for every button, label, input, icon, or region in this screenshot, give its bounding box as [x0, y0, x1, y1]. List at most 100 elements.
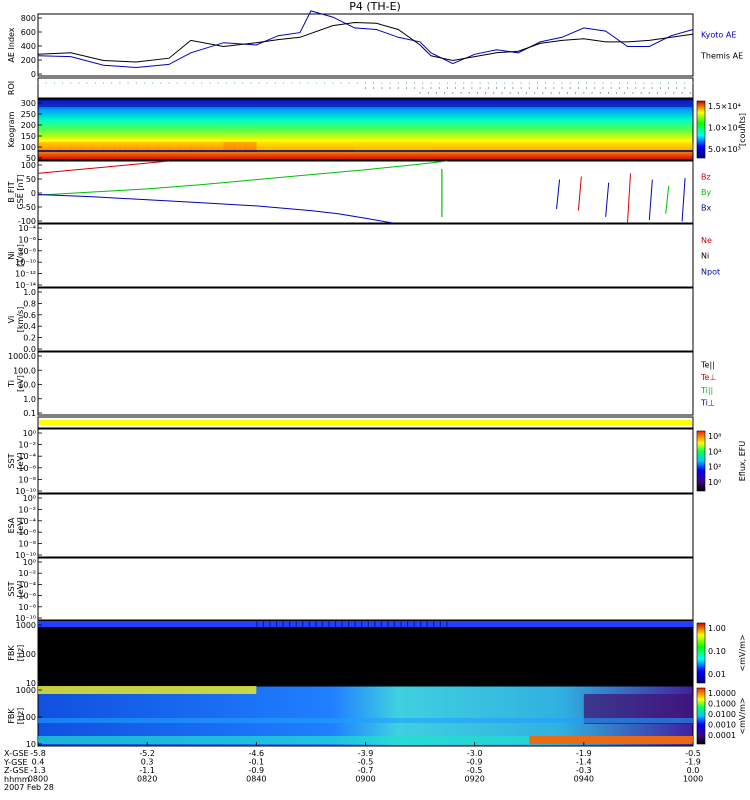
bfit-ytick: 100 — [21, 161, 36, 170]
sst1-colorbar-tick: 10⁸ — [708, 432, 721, 441]
fbk1-cell — [367, 621, 369, 627]
fbk1-colorbar-tick: 0.10 — [708, 647, 726, 656]
roi-dot — [389, 87, 391, 89]
vi-frame — [37, 287, 694, 352]
fbk2-ylabel: FBK — [7, 708, 16, 724]
roi-dot — [526, 92, 528, 94]
roi-dot — [365, 82, 366, 84]
fbk1-cell — [348, 621, 350, 627]
roi-dot — [561, 82, 563, 84]
yellow-band — [39, 420, 692, 425]
roi-dot — [242, 82, 244, 84]
esa-ytick: 10⁰ — [23, 494, 36, 503]
ae-ylabel-group: AE Index — [7, 27, 16, 62]
roi-dot — [692, 82, 694, 84]
roi-dot — [427, 92, 429, 94]
fbk2-colorbar-tick: 1.0000 — [708, 689, 736, 698]
roi-dot — [496, 87, 497, 89]
roi-dot — [414, 82, 416, 84]
ti-legend-item: Te⊥ — [700, 373, 716, 382]
ti-legend-item: Ti⊥ — [700, 398, 715, 407]
roi-dot — [520, 87, 522, 89]
fbk1-colorbar — [696, 622, 706, 684]
roi-dot — [45, 82, 47, 84]
bfit-legend-item: By — [701, 188, 711, 197]
bfit-frame — [37, 160, 694, 224]
fbk1-cell — [361, 621, 363, 627]
roi-dot — [119, 82, 121, 84]
roi-dot — [487, 87, 489, 89]
roi-dot — [381, 82, 383, 84]
fbk1-cell — [400, 621, 402, 627]
roi-ylabel: ROI — [7, 81, 16, 95]
keogram-ytick: 200 — [21, 121, 36, 130]
vi-ytick: 0.4 — [23, 322, 36, 331]
bfit-ytick: 0 — [31, 189, 36, 198]
roi-dot — [602, 87, 604, 89]
fbk1-cell — [354, 621, 356, 627]
roi-dot — [667, 82, 669, 84]
roi-dot — [692, 87, 694, 89]
roi-dot — [444, 92, 446, 94]
roi-dot — [340, 82, 342, 84]
roi-dot — [283, 82, 285, 84]
x-tick-label: 1000 — [683, 775, 703, 784]
fbk1-cell — [269, 621, 271, 627]
fbk1-cell — [406, 621, 409, 627]
fbk1-cell — [387, 621, 389, 627]
roi-dot — [405, 87, 407, 89]
sst1-colorbar-label: Eflux, EFU — [738, 441, 747, 482]
roi-dot — [471, 82, 473, 84]
roi-dot — [586, 87, 588, 89]
roi-dot — [586, 82, 588, 84]
roi-dot — [419, 92, 421, 94]
keogram-cell — [38, 101, 693, 107]
fbk2-colorbar-tick: 0.0100 — [708, 710, 736, 719]
roi-dot — [594, 87, 596, 89]
roi-dot — [536, 87, 538, 89]
roi-dot — [438, 82, 440, 84]
roi-dot — [520, 82, 522, 84]
fbk1-colorbar-label: <mV/m> — [738, 634, 747, 671]
roi-dot — [307, 82, 309, 84]
ni-ytick: 10⁻⁴ — [18, 224, 36, 233]
sst1-colorbar-tick: 10² — [708, 463, 721, 472]
roi-dot — [610, 87, 612, 89]
ae-ylabel: AE Index — [7, 27, 16, 62]
x-tick-label: 0940 — [574, 775, 594, 784]
ti-ytick: 10.0 — [18, 381, 36, 390]
fbk1-cell — [328, 621, 330, 627]
fbk1-cell — [426, 621, 428, 627]
fbk2-cell — [38, 718, 693, 723]
keogram-colorbar-tick: 1.0×10⁴ — [708, 124, 741, 133]
roi-dot — [534, 92, 536, 94]
roi-dot — [487, 82, 489, 84]
x-tick-label: 0820 — [137, 775, 157, 784]
roi-dot — [479, 82, 481, 84]
fbk1-colorbar-tick: 1.00 — [708, 624, 726, 633]
fbk1-cell — [334, 621, 337, 627]
x-tick-label: 0900 — [355, 775, 375, 784]
roi-dot — [184, 82, 186, 84]
roi-dot — [414, 87, 416, 89]
roi-dot — [651, 87, 653, 89]
roi-dot — [476, 92, 478, 94]
roi-dot — [643, 82, 645, 84]
ti-ylabel: Ti — [7, 380, 16, 388]
roi-dot — [62, 82, 64, 84]
roi-dot — [53, 82, 55, 84]
sst1-ytick: 10⁻⁸ — [18, 475, 36, 484]
footer-date: 2007 Feb 28 — [4, 783, 54, 792]
vi-ylabel: Vi — [7, 316, 16, 324]
fbk2-colorbar-tick: 0.1000 — [708, 700, 736, 709]
esa-ytick: 10⁻² — [18, 505, 36, 514]
roi-dot — [558, 92, 560, 94]
fbk1-cell — [446, 621, 448, 627]
ae-ytick: 800 — [21, 14, 36, 23]
ae-legend-item: Kyoto AE — [701, 31, 736, 40]
roi-dot — [667, 87, 669, 89]
fbk1-colorbar-tick: 0.01 — [708, 670, 726, 679]
roi-dot — [168, 82, 170, 84]
sst1-colorbar-tick: 10⁴ — [708, 447, 721, 456]
ni-legend-item: Ne — [701, 236, 712, 245]
